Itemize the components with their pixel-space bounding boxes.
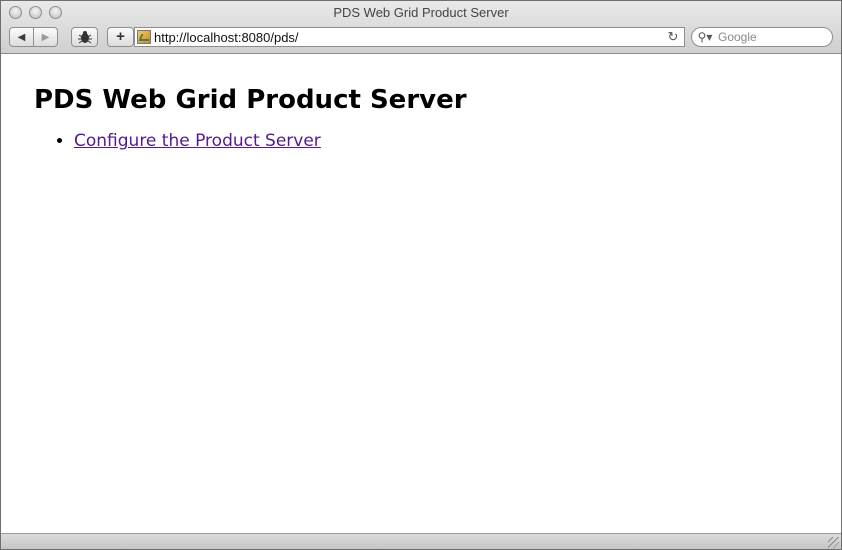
configure-server-link[interactable]: Configure the Product Server	[74, 131, 321, 151]
status-bar	[1, 533, 841, 549]
bug-report-button[interactable]	[71, 27, 98, 47]
add-bookmark-button[interactable]: +	[107, 27, 134, 47]
url-text[interactable]: http://localhost:8080/pds/	[154, 30, 665, 45]
reload-icon[interactable]: ↻	[665, 29, 681, 45]
forward-button[interactable]: ▶	[33, 28, 57, 46]
bug-icon	[77, 31, 92, 44]
back-arrow-icon: ◀	[17, 31, 26, 43]
window-title: PDS Web Grid Product Server	[333, 5, 509, 20]
page-content: PDS Web Grid Product Server Configure th…	[1, 55, 841, 533]
back-button[interactable]: ◀	[10, 28, 33, 46]
nav-buttons: ◀ ▶	[9, 27, 58, 47]
browser-window: PDS Web Grid Product Server ◀ ▶ + http:/…	[0, 0, 842, 550]
link-list: Configure the Product Server	[34, 131, 321, 151]
address-bar[interactable]: http://localhost:8080/pds/ ↻	[134, 27, 685, 47]
search-input[interactable]	[718, 30, 826, 44]
forward-arrow-icon: ▶	[41, 31, 50, 43]
site-favicon-icon	[137, 30, 151, 44]
browser-toolbar: PDS Web Grid Product Server ◀ ▶ + http:/…	[1, 1, 841, 54]
list-item: Configure the Product Server	[74, 131, 321, 151]
resize-grip-icon[interactable]	[828, 537, 839, 548]
search-box[interactable]: ⚲▾	[691, 27, 833, 47]
search-icon[interactable]: ⚲▾	[692, 30, 718, 44]
page-title: PDS Web Grid Product Server	[34, 85, 467, 115]
plus-icon: +	[116, 28, 125, 45]
